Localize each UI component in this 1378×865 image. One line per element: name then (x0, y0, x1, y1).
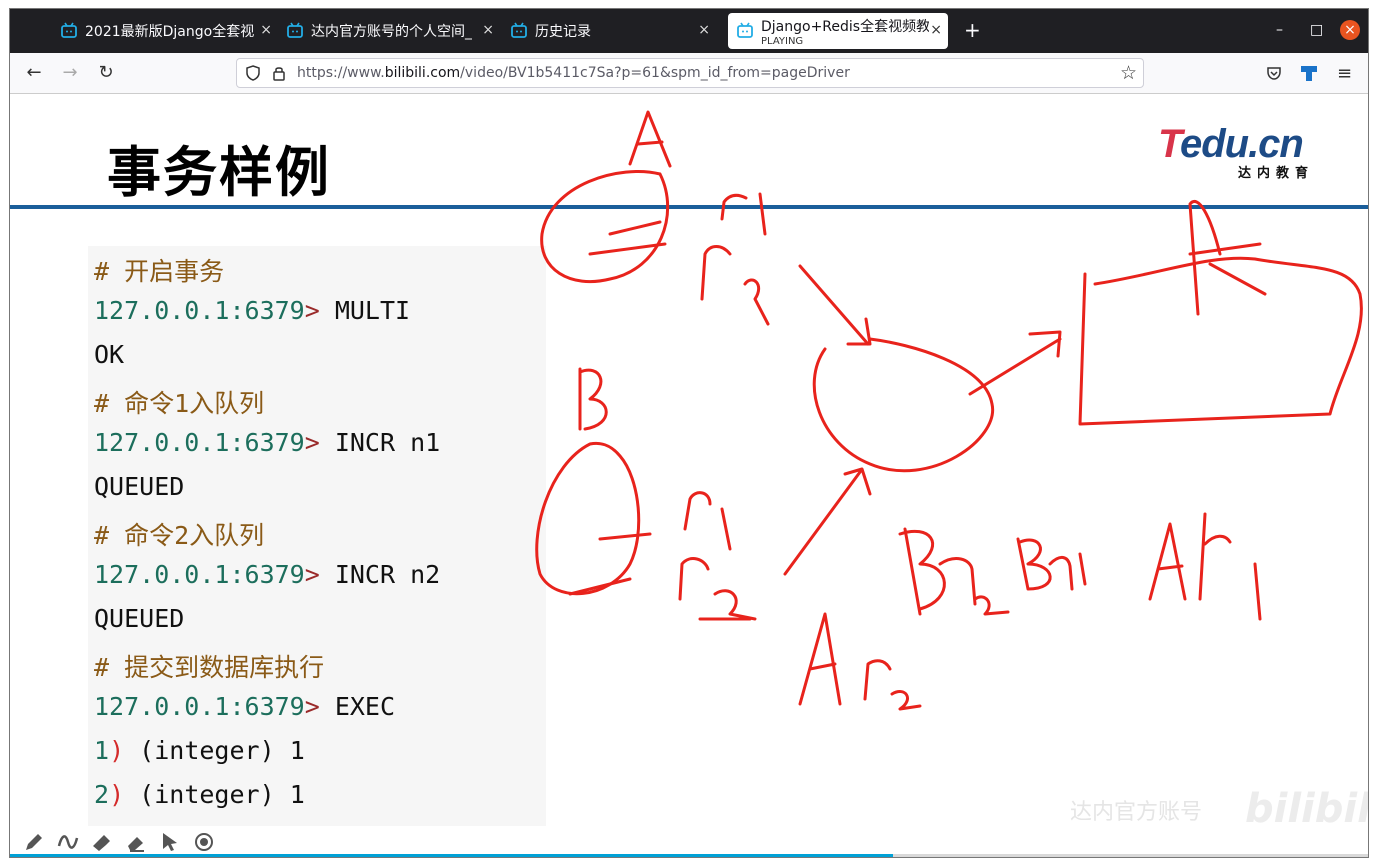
video-frame[interactable]: 事务样例 Tedu.cn 达内教育 # 开启事务 127.0.0.1:6379>… (10, 94, 1368, 857)
tab-strip: 2021最新版Django全套视 × 达内官方账号的个人空间_ × 历史记录 ×… (10, 9, 1368, 53)
bilibili-watermark: bilibili (1245, 786, 1368, 832)
pen-icon[interactable] (22, 830, 46, 854)
tab-label: 达内官方账号的个人空间_ (311, 24, 472, 40)
handwritten-annotation (535, 110, 1363, 711)
bilibili-icon (737, 22, 753, 38)
tab-close-icon[interactable]: × (260, 22, 272, 38)
uploader-watermark: 达内官方账号 (1070, 800, 1203, 825)
reload-button[interactable]: ↻ (96, 63, 116, 83)
pointer-icon[interactable] (158, 830, 182, 854)
tab-label: Django+Redis全套视频教 (761, 18, 929, 35)
back-button[interactable]: ← (24, 63, 44, 83)
tab-label: 历史记录 (535, 24, 591, 40)
bilibili-icon (287, 22, 303, 38)
video-progress-fill (10, 854, 893, 857)
eraser-icon[interactable] (124, 830, 148, 854)
tab-history[interactable]: 历史记录 × (506, 9, 716, 53)
record-icon[interactable] (192, 830, 216, 854)
new-tab-button[interactable]: + (964, 20, 981, 40)
tab-close-icon[interactable]: × (698, 22, 710, 38)
tab-playing-status: PLAYING (761, 35, 804, 47)
tab-close-icon[interactable]: × (930, 22, 942, 38)
maximize-button[interactable]: □ (1310, 22, 1323, 38)
tab-close-icon[interactable]: × (482, 22, 494, 38)
close-window-button[interactable]: × (1340, 20, 1360, 40)
bookmark-star-icon[interactable]: ☆ (1120, 62, 1137, 84)
highlighter-icon[interactable] (90, 830, 114, 854)
menu-icon[interactable]: ≡ (1337, 63, 1352, 84)
tab-django-course[interactable]: 2021最新版Django全套视 × (58, 9, 272, 53)
forward-button[interactable]: → (60, 63, 80, 83)
shield-icon[interactable] (245, 65, 261, 81)
extension-icon[interactable] (1300, 64, 1318, 82)
video-progress-bar[interactable] (10, 854, 1368, 857)
tab-django-redis-playing[interactable]: Django+Redis全套视频教 PLAYING × (728, 13, 948, 49)
lock-icon[interactable] (271, 65, 287, 81)
bilibili-icon (511, 22, 527, 38)
address-bar[interactable]: https://www.bilibili.com/video/BV1b5411c… (236, 58, 1144, 88)
minimize-button[interactable]: – (1276, 22, 1283, 38)
bilibili-icon (61, 22, 77, 38)
tab-tedu-space[interactable]: 达内官方账号的个人空间_ × (282, 9, 494, 53)
navigation-toolbar: ← → ↻ https://www.bilibili.com/video/BV1… (10, 53, 1368, 94)
annotation-toolbar (22, 830, 216, 854)
url-text[interactable]: https://www.bilibili.com/video/BV1b5411c… (297, 65, 850, 81)
pocket-icon[interactable] (1266, 65, 1282, 81)
browser-window: 2021最新版Django全套视 × 达内官方账号的个人空间_ × 历史记录 ×… (9, 8, 1369, 858)
tab-label: 2021最新版Django全套视 (85, 24, 255, 40)
curve-icon[interactable] (56, 830, 80, 854)
